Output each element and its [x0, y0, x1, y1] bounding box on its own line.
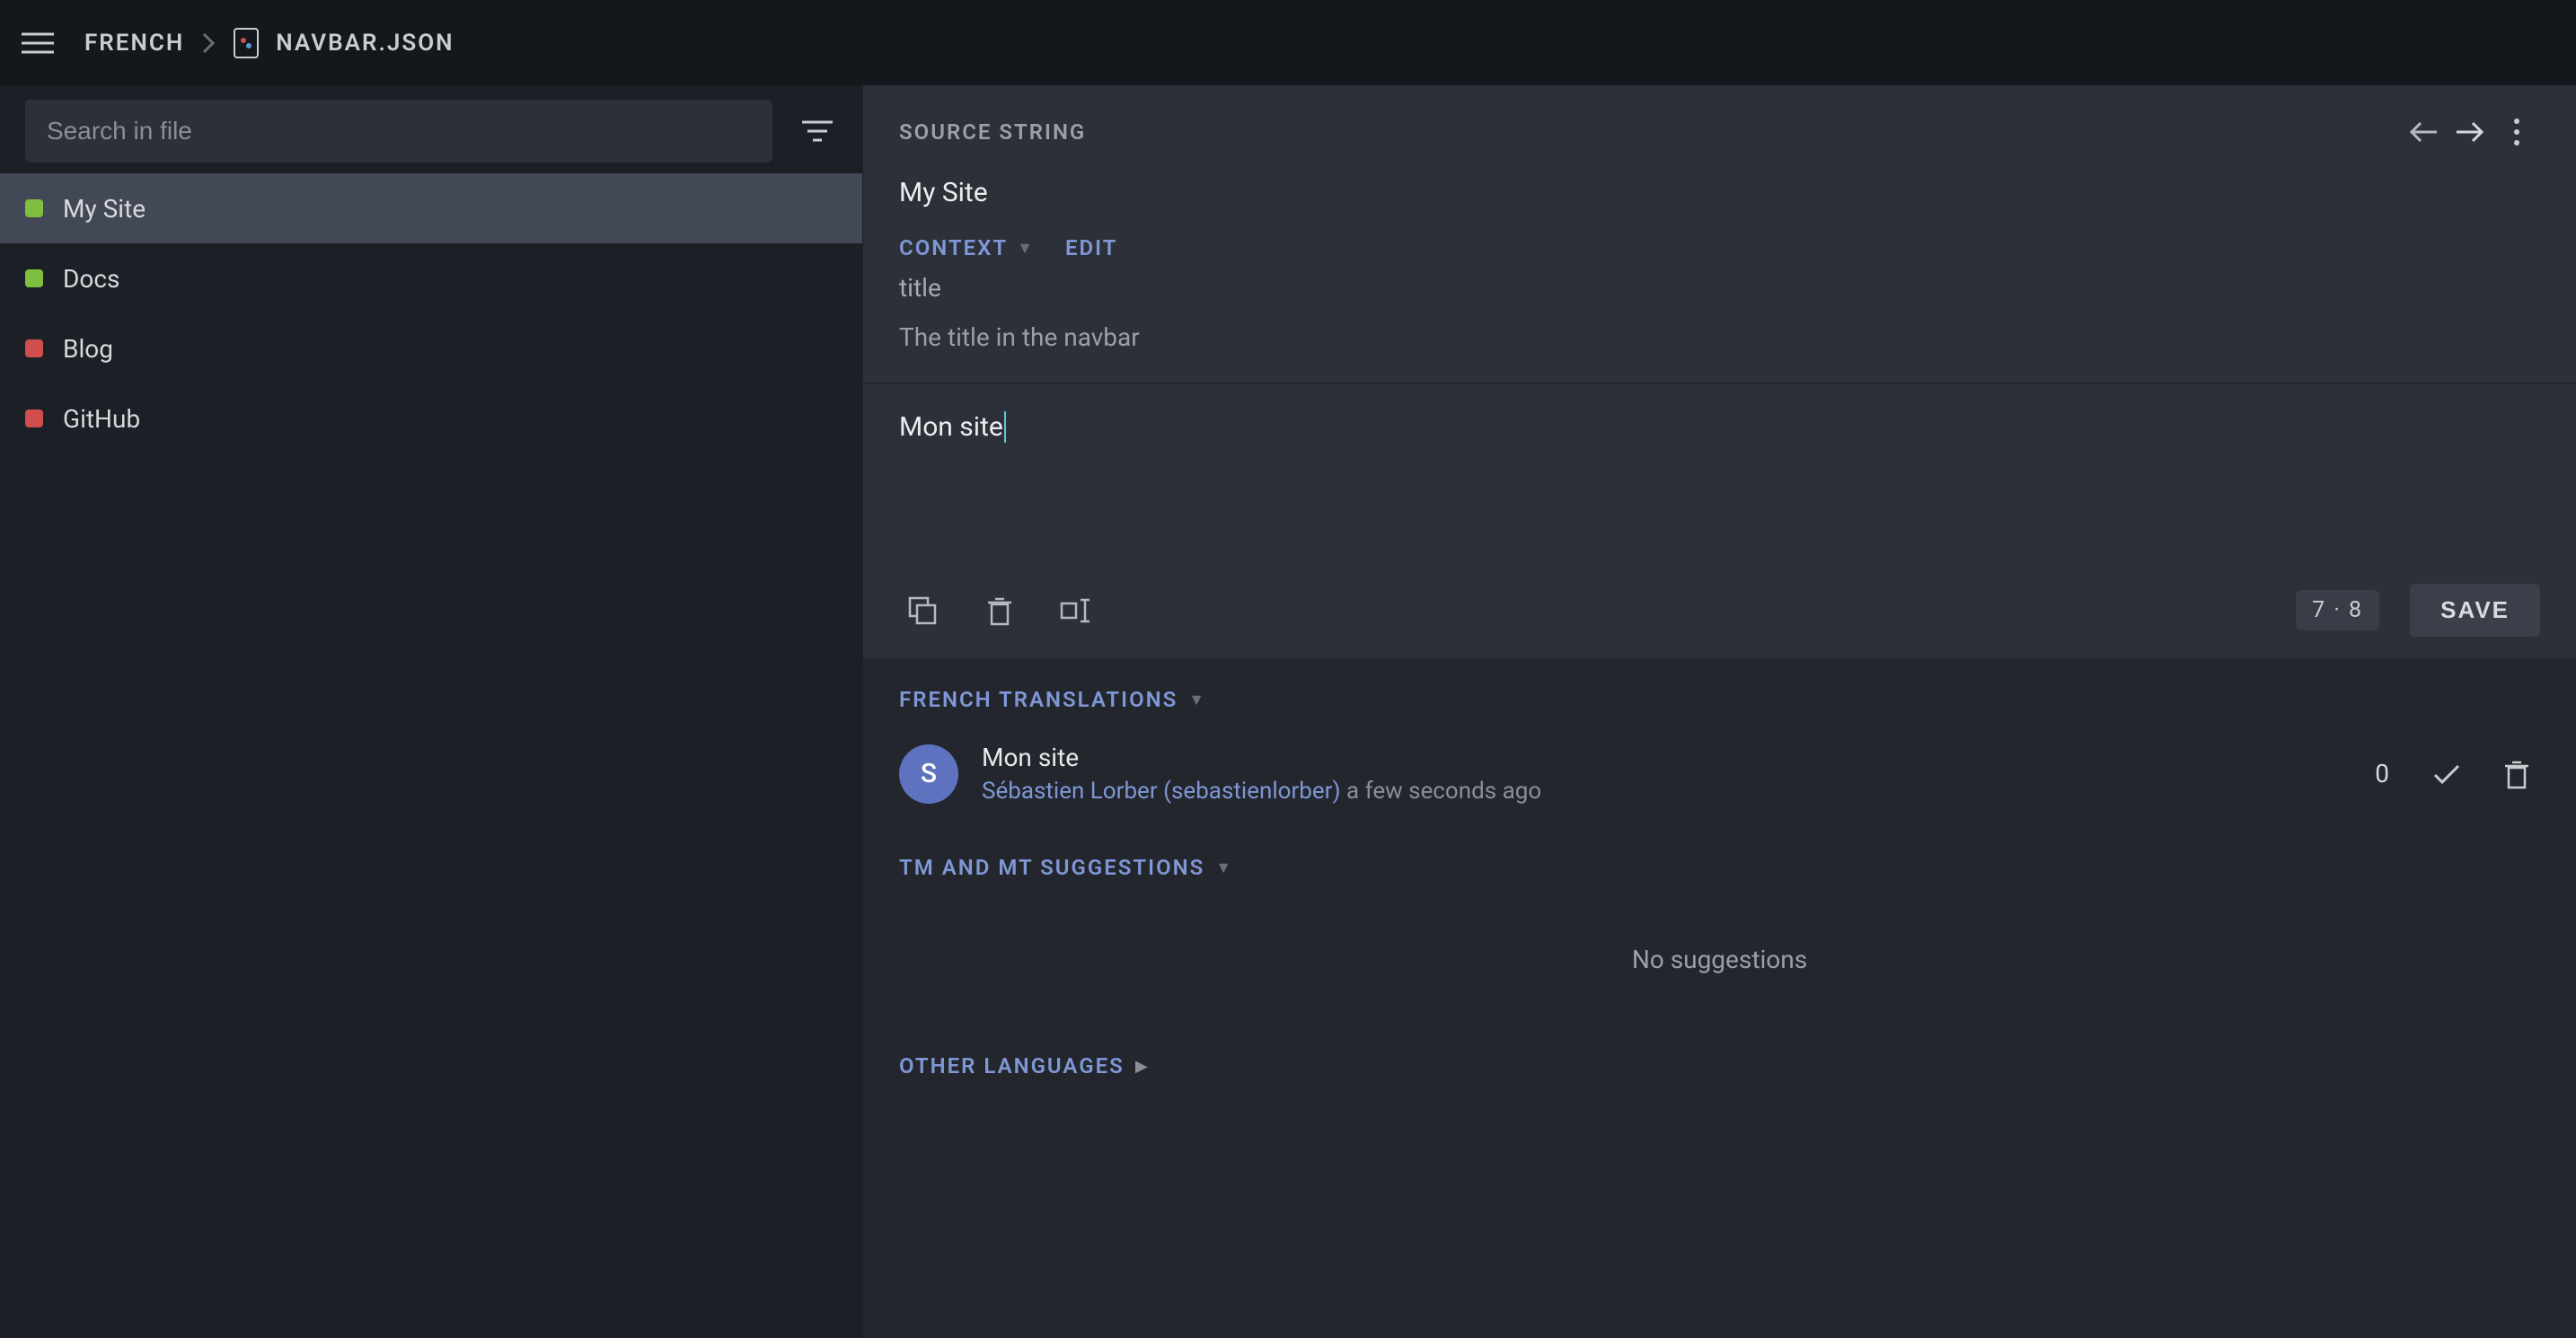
source-header: SOURCE STRING [863, 85, 2576, 155]
translation-meta: Sébastien Lorber (sebastienlorber) a few… [982, 778, 2351, 805]
translation-input-text: Mon site [899, 411, 1006, 443]
dots-vertical-icon [2513, 118, 2520, 146]
status-dot-icon [25, 339, 43, 357]
translation-input[interactable]: Mon site [899, 411, 2540, 573]
string-item-label: My Site [63, 194, 146, 224]
context-edit-button[interactable]: EDIT [1065, 235, 1117, 260]
status-dot-icon [25, 199, 43, 217]
context-key: title [863, 260, 2576, 303]
search-row [0, 85, 862, 173]
prev-string-button[interactable] [2400, 109, 2447, 155]
filter-button[interactable] [790, 104, 844, 158]
hamburger-icon [22, 31, 54, 56]
other-languages-header-label: OTHER LANGUAGES [899, 1053, 1125, 1078]
breadcrumb-file[interactable]: NAVBAR.JSON [276, 30, 454, 57]
chevron-right-icon: ▶ [1135, 1057, 1148, 1076]
context-header: CONTEXT ▼ EDIT [863, 235, 2576, 260]
chevron-down-icon: ▼ [1017, 239, 1035, 258]
main-area: My Site Docs Blog GitHub SOURCE STRING [0, 85, 2576, 1338]
string-list: My Site Docs Blog GitHub [0, 173, 862, 453]
string-item-docs[interactable]: Docs [0, 243, 862, 313]
source-string-text: My Site [863, 155, 2576, 235]
context-label[interactable]: CONTEXT ▼ [899, 235, 1035, 260]
vote-count: 0 [2375, 759, 2389, 788]
tm-mt-header-label: TM AND MT SUGGESTIONS [899, 855, 1204, 880]
top-bar: FRENCH NAVBAR.JSON [0, 0, 2576, 85]
chevron-right-icon [200, 31, 216, 56]
check-icon [2431, 762, 2462, 786]
char-count-badge: 7 · 8 [2296, 590, 2379, 630]
string-item-label: Blog [63, 334, 113, 364]
copy-source-button[interactable] [899, 587, 946, 634]
other-languages-header[interactable]: OTHER LANGUAGES ▶ [863, 1025, 2576, 1093]
arrow-right-icon [2455, 119, 2485, 145]
status-dot-icon [25, 409, 43, 427]
save-button[interactable]: SAVE [2410, 584, 2540, 637]
text-tools-button[interactable] [1054, 587, 1100, 634]
translation-user-link[interactable]: Sébastien Lorber (sebastienlorber) [982, 778, 1341, 805]
sidebar: My Site Docs Blog GitHub [0, 85, 862, 1338]
string-item-label: GitHub [63, 404, 140, 434]
editor-toolbar: 7 · 8 SAVE [863, 578, 2576, 658]
delete-translation-button[interactable] [2493, 751, 2540, 797]
copy-icon [906, 594, 939, 627]
search-input[interactable] [25, 100, 772, 163]
lower-panels: FRENCH TRANSLATIONS ▼ S Mon site Sébasti… [863, 658, 2576, 1338]
status-dot-icon [25, 269, 43, 287]
no-suggestions-text: No suggestions [863, 894, 2576, 1025]
breadcrumb: FRENCH NAVBAR.JSON [84, 27, 454, 59]
menu-button[interactable] [18, 23, 57, 63]
translation-body: Mon site Sébastien Lorber (sebastienlorb… [982, 743, 2351, 805]
translations-header-label: FRENCH TRANSLATIONS [899, 687, 1178, 712]
string-item-github[interactable]: GitHub [0, 383, 862, 453]
text-cursor-icon [1060, 596, 1094, 625]
string-item-label: Docs [63, 264, 119, 294]
filter-icon [800, 118, 834, 145]
file-json-icon [233, 27, 260, 59]
next-string-button[interactable] [2447, 109, 2493, 155]
avatar: S [899, 744, 958, 804]
chevron-down-icon: ▼ [1215, 858, 1231, 877]
approve-button[interactable] [2423, 751, 2470, 797]
translations-header[interactable]: FRENCH TRANSLATIONS ▼ [863, 658, 2576, 726]
content-panel: SOURCE STRING My Site CONTEXT ▼ EDIT tit… [862, 85, 2576, 1338]
clear-button[interactable] [976, 587, 1023, 634]
translation-entry[interactable]: S Mon site Sébastien Lorber (sebastienlo… [863, 726, 2576, 826]
context-description: The title in the navbar [863, 303, 2576, 383]
source-section-label: SOURCE STRING [899, 119, 1086, 145]
translation-text: Mon site [982, 743, 2351, 772]
arrow-left-icon [2408, 119, 2439, 145]
translation-time-value: a few seconds ago [1346, 778, 1541, 805]
trash-icon [986, 595, 1013, 626]
more-options-button[interactable] [2493, 109, 2540, 155]
trash-icon [2503, 759, 2530, 789]
context-label-text: CONTEXT [899, 235, 1008, 260]
chevron-down-icon: ▼ [1188, 691, 1204, 709]
breadcrumb-language[interactable]: FRENCH [84, 30, 184, 57]
string-item-blog[interactable]: Blog [0, 313, 862, 383]
tm-mt-header[interactable]: TM AND MT SUGGESTIONS ▼ [863, 826, 2576, 894]
string-item-my-site[interactable]: My Site [0, 173, 862, 243]
translation-editor[interactable]: Mon site [863, 384, 2576, 578]
